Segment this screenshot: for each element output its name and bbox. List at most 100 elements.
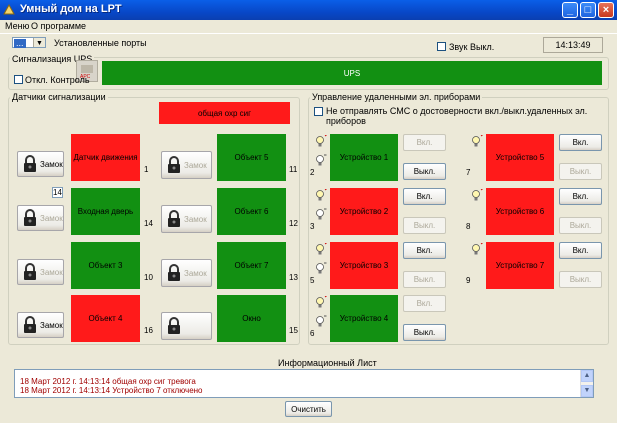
- lock-button[interactable]: Замок: [17, 259, 64, 285]
- sensor-tile: Датчик движения: [71, 134, 140, 181]
- close-button[interactable]: ×: [598, 2, 614, 18]
- device-tile: Устройство 6: [486, 188, 554, 235]
- device-number: 5: [310, 276, 315, 285]
- lock-button[interactable]: Замок: [161, 151, 212, 179]
- devices-group-title: Управление удаленными эл. приборами: [310, 92, 483, 102]
- device-number: 7: [466, 168, 471, 177]
- control-off-checkbox[interactable]: [14, 75, 23, 84]
- lock-button-label: Замок: [184, 160, 207, 170]
- clock-display: 14:13:49: [543, 37, 603, 53]
- port-select-value: ...: [14, 38, 26, 48]
- device-number: 2: [310, 168, 315, 177]
- sensor-badge: 14: [52, 187, 63, 198]
- bulb-off-icon: [314, 208, 327, 221]
- sms-checkbox[interactable]: [314, 107, 323, 116]
- device-tile: Устройство 5: [486, 134, 554, 181]
- bulb-off-icon: [314, 315, 327, 328]
- device-on-button[interactable]: Вкл.: [403, 134, 446, 151]
- ups-status-bar: UPS: [102, 61, 602, 85]
- device-tile: Устройство 3: [330, 242, 398, 289]
- lock-icon: [22, 209, 38, 227]
- sensors-group-title: Датчики сигнализации: [10, 92, 108, 102]
- device-number: 3: [310, 222, 315, 231]
- sensor-tile: Объект 4: [71, 295, 140, 342]
- sensor-tile: Объект 6: [217, 188, 286, 235]
- sensor-number: 12: [289, 219, 298, 228]
- sensor-number: 10: [144, 273, 153, 282]
- lock-button[interactable]: Замок: [161, 259, 212, 287]
- chevron-down-icon[interactable]: ▼: [33, 38, 45, 47]
- lock-icon: [22, 155, 38, 173]
- lock-icon: [166, 156, 182, 174]
- device-off-button[interactable]: Выкл.: [403, 324, 446, 341]
- lock-button[interactable]: Замок: [17, 205, 64, 231]
- ports-label: Установленные порты: [54, 38, 147, 48]
- bulb-icon: [470, 188, 483, 202]
- title-bar: Умный дом на LPT _ □ ×: [0, 0, 617, 20]
- clear-button[interactable]: Очистить: [285, 401, 332, 417]
- lock-icon: [166, 264, 182, 282]
- lock-icon: [22, 316, 38, 334]
- device-tile: Устройство 4: [330, 295, 398, 342]
- sensor-tile: Объект 3: [71, 242, 140, 289]
- scroll-up-icon[interactable]: ▲: [581, 370, 593, 382]
- sms-label: Не отправлять СМС о достоверности вкл./в…: [326, 106, 588, 126]
- lock-button-label: Замок: [40, 320, 63, 330]
- lock-icon: [22, 263, 38, 281]
- lock-icon: [166, 210, 182, 228]
- sensor-number: 16: [144, 326, 153, 335]
- device-on-button[interactable]: Вкл.: [559, 188, 602, 205]
- sensor-tile: Окно: [217, 295, 286, 342]
- lock-button[interactable]: Замок: [17, 151, 64, 177]
- log-scrollbar[interactable]: ▲ ▼: [580, 370, 593, 397]
- sensor-number: 13: [289, 273, 298, 282]
- log-line: 18 Март 2012 г. 14:13:14 Устройство 7 от…: [20, 386, 203, 395]
- device-on-button[interactable]: Вкл.: [559, 242, 602, 259]
- device-off-button[interactable]: Выкл.: [403, 163, 446, 180]
- minimize-button[interactable]: _: [562, 2, 578, 18]
- bulb-off-icon: [314, 154, 327, 167]
- lock-button[interactable]: [161, 312, 212, 340]
- device-off-button[interactable]: Выкл.: [403, 217, 446, 234]
- sensor-tile: Входная дверь: [71, 188, 140, 235]
- device-on-button[interactable]: Вкл.: [403, 295, 446, 312]
- menu-item-about[interactable]: О программе: [29, 21, 88, 31]
- device-number: 8: [466, 222, 471, 231]
- lock-button-label: Замок: [184, 268, 207, 278]
- menu-bar: Меню О программе: [0, 20, 617, 34]
- lock-button-label: Замок: [40, 213, 63, 223]
- device-number: 9: [466, 276, 471, 285]
- info-title: Информационный Лист: [278, 358, 377, 368]
- lock-button[interactable]: Замок: [17, 312, 64, 338]
- device-off-button[interactable]: Выкл.: [559, 163, 602, 180]
- bulb-on-icon: [314, 295, 327, 309]
- bulb-icon: [470, 242, 483, 256]
- lock-icon: [166, 317, 182, 335]
- device-off-button[interactable]: Выкл.: [403, 271, 446, 288]
- sound-off-label: Звук Выкл.: [449, 42, 495, 52]
- lock-button[interactable]: Замок: [161, 205, 212, 233]
- log-line: 18 Март 2012 г. 14:13:14 общая охр сиг т…: [20, 377, 196, 386]
- lock-button-label: Замок: [184, 214, 207, 224]
- maximize-button[interactable]: □: [580, 2, 596, 18]
- device-tile: Устройство 1: [330, 134, 398, 181]
- sensor-number: 14: [144, 219, 153, 228]
- device-off-button[interactable]: Выкл.: [559, 217, 602, 234]
- window-title: Умный дом на LPT: [20, 3, 122, 15]
- device-on-button[interactable]: Вкл.: [403, 242, 446, 259]
- device-tile: Устройство 2: [330, 188, 398, 235]
- sensor-tile: Объект 7: [217, 242, 286, 289]
- bulb-icon: [314, 242, 327, 256]
- sensor-number: 1: [144, 165, 149, 174]
- menu-item-menu[interactable]: Меню: [3, 21, 31, 31]
- sound-off-checkbox[interactable]: [437, 42, 446, 51]
- app-icon: [3, 3, 15, 15]
- device-on-button[interactable]: Вкл.: [403, 188, 446, 205]
- scroll-down-icon[interactable]: ▼: [581, 385, 593, 397]
- info-log[interactable]: 18 Март 2012 г. 14:13:14 общая охр сиг т…: [14, 369, 594, 398]
- device-off-button[interactable]: Выкл.: [559, 271, 602, 288]
- device-number: 6: [310, 329, 315, 338]
- port-select[interactable]: ... ▼: [12, 37, 46, 48]
- bulb-on-icon: [314, 134, 327, 148]
- device-on-button[interactable]: Вкл.: [559, 134, 602, 151]
